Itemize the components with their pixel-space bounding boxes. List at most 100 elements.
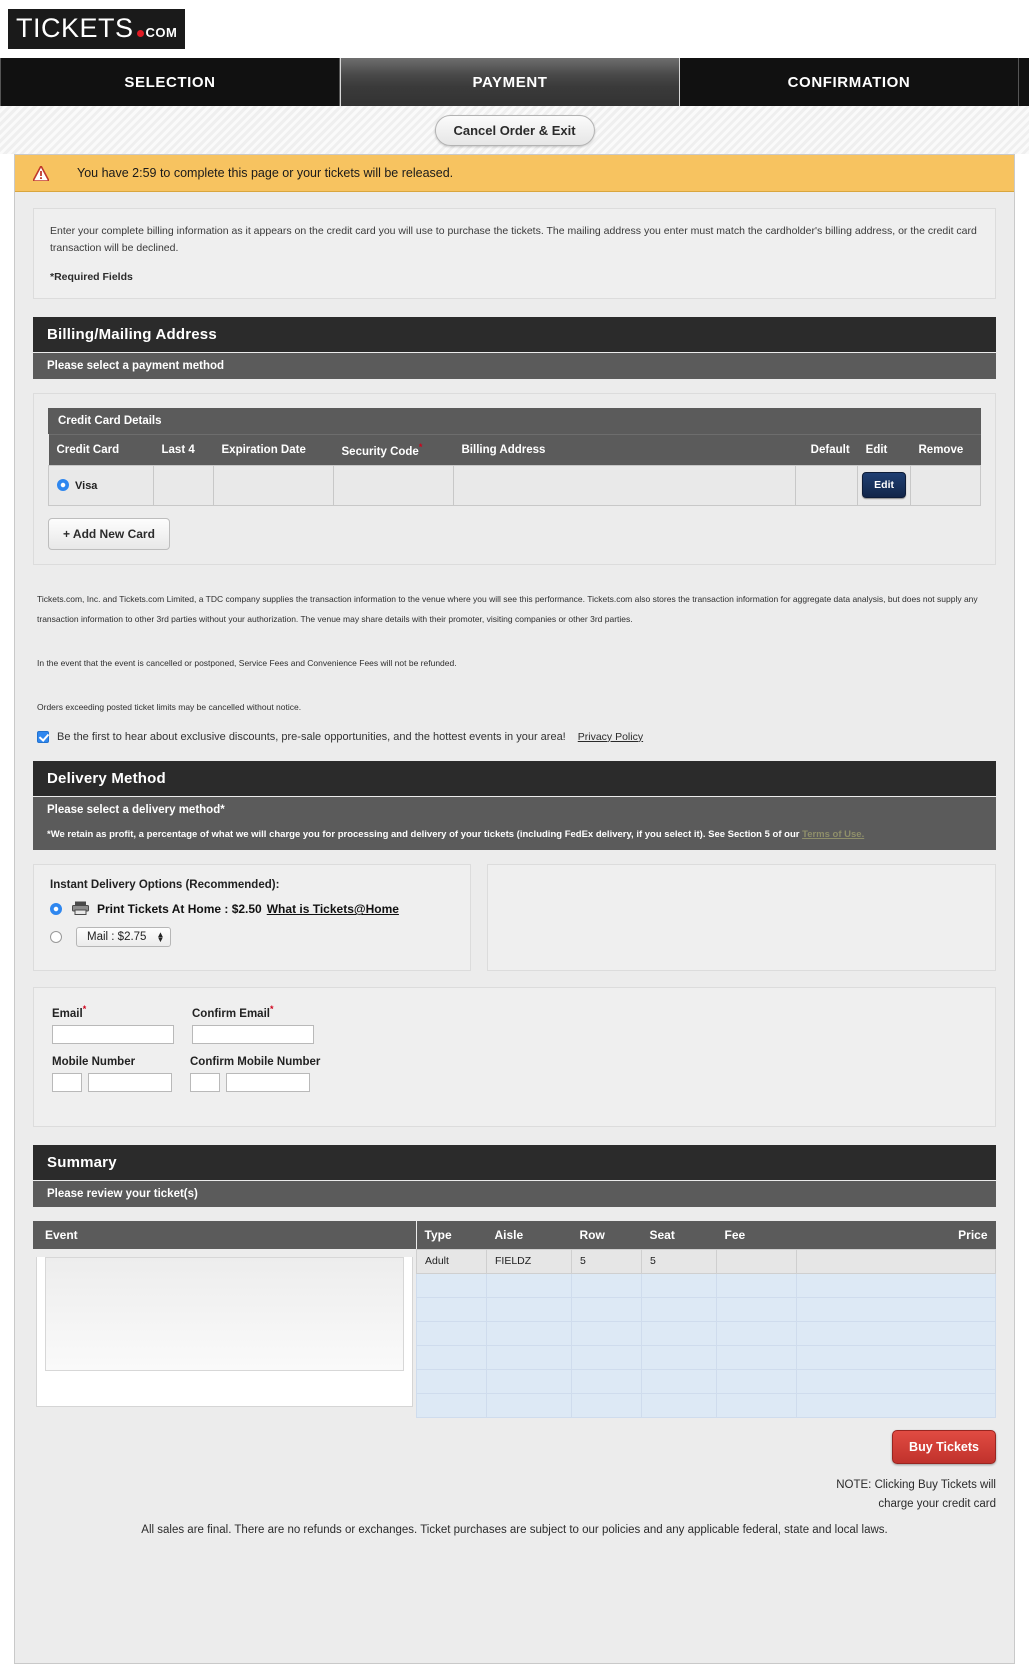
logo-red-dot-icon <box>136 30 144 37</box>
cell-empty <box>641 1344 717 1370</box>
cell-empty <box>796 1296 996 1322</box>
col-aisle: Aisle <box>486 1220 572 1250</box>
buy-note: NOTE: Clicking Buy Tickets will charge y… <box>33 1476 996 1514</box>
what-is-tickets-at-home-link[interactable]: What is Tickets@Home <box>267 902 399 916</box>
mobile-number-input[interactable] <box>88 1072 172 1092</box>
tickets-table-header-row: Type Aisle Row Seat Fee Price <box>416 1220 996 1250</box>
col-fee: Fee <box>716 1220 797 1250</box>
cell-empty <box>571 1368 642 1394</box>
privacy-policy-link[interactable]: Privacy Policy <box>578 731 643 743</box>
confirm-mobile-field-group: Confirm Mobile Number <box>190 1056 320 1092</box>
cancel-order-exit-button[interactable]: Cancel Order & Exit <box>434 115 595 146</box>
delivery-option-print[interactable]: Print Tickets At Home : $2.50 What is Ti… <box>50 901 454 918</box>
summary-wrap: Event Type Aisle Row Seat Fee Price Adul… <box>33 1220 996 1418</box>
add-new-card-button[interactable]: + Add New Card <box>48 517 170 550</box>
email-input[interactable] <box>52 1024 174 1044</box>
card-name-label: Visa <box>75 479 98 492</box>
table-row <box>416 1368 996 1394</box>
step-confirmation-label: CONFIRMATION <box>787 73 911 91</box>
terms-of-use-link[interactable]: Terms of Use. <box>802 829 864 840</box>
cell-empty <box>641 1392 717 1418</box>
cell-seat: 5 <box>641 1248 717 1274</box>
billing-intro-paragraph: Enter your complete billing information … <box>50 225 977 254</box>
logo-com-suffix: COM <box>145 25 178 40</box>
legal-paragraph-2: In the event that the event is cancelled… <box>37 657 457 668</box>
marketing-optin-label: Be the first to hear about exclusive dis… <box>57 730 566 743</box>
tickets-dot-com-logo[interactable]: TICKETS COM <box>8 9 186 49</box>
card-select-radio[interactable] <box>57 478 69 491</box>
legal-paragraph-1: Tickets.com, Inc. and Tickets.com Limite… <box>37 593 978 624</box>
cell-empty <box>641 1320 717 1346</box>
edit-card-button[interactable]: Edit <box>862 472 906 499</box>
cell-default[interactable] <box>795 464 859 506</box>
cell-empty <box>796 1344 996 1370</box>
cell-last4 <box>153 464 214 506</box>
checkout-steps: SELECTION PAYMENT CONFIRMATION <box>0 58 1029 106</box>
cell-credit-card[interactable]: Visa <box>48 464 154 506</box>
cell-empty <box>716 1344 797 1370</box>
email-required-marker: * <box>82 1003 87 1014</box>
cell-empty <box>571 1296 642 1322</box>
cell-empty <box>796 1272 996 1298</box>
confirm-mobile-prefix-input[interactable] <box>190 1072 220 1092</box>
delivery-section-title: Delivery Method <box>33 760 996 796</box>
mobile-row: Mobile Number Confirm Mobile Number <box>52 1056 977 1092</box>
cell-empty <box>416 1344 487 1370</box>
table-row <box>416 1272 996 1298</box>
cell-empty <box>716 1320 797 1346</box>
col-seat: Seat <box>641 1220 717 1250</box>
confirm-email-input[interactable] <box>192 1024 314 1044</box>
chevron-updown-icon: ▲ ▼ <box>156 929 165 944</box>
table-row[interactable]: Visa Edit <box>48 464 981 506</box>
step-payment[interactable]: PAYMENT <box>340 58 680 106</box>
confirm-email-required-marker: * <box>269 1003 274 1014</box>
delivery-option-mail[interactable]: Mail : $2.75 ▲ ▼ <box>50 926 454 947</box>
step-selection-label: SELECTION <box>124 73 216 91</box>
table-row <box>416 1320 996 1346</box>
cell-edit[interactable]: Edit <box>857 464 911 506</box>
summary-section-title: Summary <box>33 1144 996 1180</box>
cell-empty <box>416 1368 487 1394</box>
buy-tickets-button[interactable]: Buy Tickets <box>892 1429 996 1464</box>
delivery-note-text: *We retain as profit, a percentage of wh… <box>47 828 800 840</box>
confirm-mobile-number-input[interactable] <box>226 1072 310 1092</box>
cell-security-code[interactable] <box>333 464 454 506</box>
cell-billing-address <box>452 464 797 506</box>
delivery-section-subtitle: Please select a delivery method* <box>33 796 996 823</box>
col-security-code: Security Code* <box>333 434 454 466</box>
delivery-options-wrap: Instant Delivery Options (Recommended): … <box>33 863 996 971</box>
cell-empty <box>486 1296 572 1322</box>
mobile-prefix-input[interactable] <box>52 1072 82 1092</box>
event-column-header: Event <box>33 1220 416 1249</box>
cell-empty <box>716 1272 797 1298</box>
cell-empty <box>796 1368 996 1394</box>
marketing-optin-checkbox[interactable] <box>37 730 49 743</box>
cell-empty <box>641 1296 717 1322</box>
delivery-mail-radio[interactable] <box>50 930 62 943</box>
confirm-mobile-inputs <box>190 1072 320 1092</box>
security-code-required-marker: * <box>418 442 423 452</box>
contact-fields-box: Email* Confirm Email* Mobile Number Conf… <box>33 986 996 1127</box>
col-price: Price <box>796 1220 996 1250</box>
tickets-table-body: Adult FIELDZ 5 5 <box>416 1248 996 1418</box>
credit-card-table: Credit Card Last 4 Expiration Date Secur… <box>48 434 981 506</box>
purchase-footer: Buy Tickets NOTE: Clicking Buy Tickets w… <box>33 1429 996 1536</box>
delivery-mail-select[interactable]: Mail : $2.75 ▲ ▼ <box>76 926 172 947</box>
cell-empty <box>796 1320 996 1346</box>
billing-section-subtitle: Please select a payment method <box>33 353 996 379</box>
instant-delivery-label: Instant Delivery Options (Recommended): <box>50 878 280 891</box>
timer-alert-text: You have 2:59 to complete this page or y… <box>77 166 454 180</box>
cell-remove[interactable] <box>910 464 981 506</box>
cell-type: Adult <box>416 1248 487 1274</box>
col-credit-card: Credit Card <box>48 434 154 466</box>
table-row <box>416 1392 996 1418</box>
summary-section-subtitle: Please review your ticket(s) <box>33 1180 996 1207</box>
step-confirmation[interactable]: CONFIRMATION <box>680 58 1019 106</box>
delivery-print-radio[interactable] <box>50 903 62 916</box>
col-last4: Last 4 <box>153 434 214 466</box>
step-payment-label: PAYMENT <box>472 73 548 91</box>
step-selection[interactable]: SELECTION <box>0 58 340 106</box>
credit-card-panel: Credit Card Details Credit Card Last 4 E… <box>33 393 996 565</box>
tickets-table: Type Aisle Row Seat Fee Price Adult FIEL… <box>416 1220 996 1418</box>
col-row: Row <box>571 1220 642 1250</box>
